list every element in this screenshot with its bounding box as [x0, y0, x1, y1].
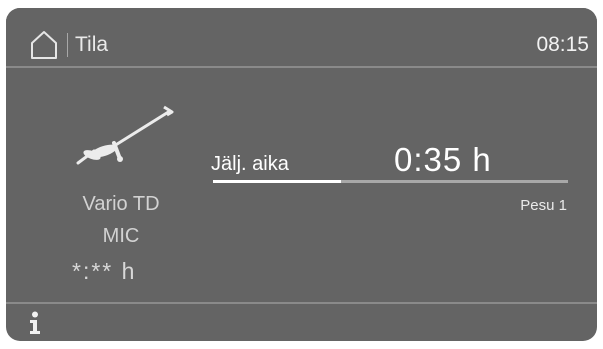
program-name-line1: Vario TD: [82, 193, 160, 215]
header-separator: [67, 33, 68, 57]
remaining-time-label: Jälj. aika: [211, 153, 289, 175]
info-icon[interactable]: [28, 311, 42, 335]
header-bar: Tila 08:15: [6, 8, 597, 66]
footer-divider: [6, 302, 597, 304]
program-name: Vario TD MIC: [56, 188, 186, 252]
progress-bar: [213, 180, 568, 183]
program-duration: *:** h: [72, 258, 137, 284]
clock-display: 08:15: [536, 33, 589, 56]
progress-bar-fill: [213, 180, 341, 183]
display-screen: Tila 08:15 Vario TD MIC *:** h Jälj. aik…: [6, 8, 597, 341]
device-display-frame: Tila 08:15 Vario TD MIC *:** h Jälj. aik…: [0, 0, 603, 349]
header-divider: [6, 66, 597, 68]
dishwasher-rack-icon: [76, 105, 174, 165]
program-name-line2: MIC: [102, 225, 140, 247]
remaining-time-value: 0:35 h: [394, 141, 492, 178]
page-title: Tila: [75, 33, 109, 56]
home-icon[interactable]: [30, 30, 58, 60]
program-phase: Pesu 1: [520, 197, 567, 214]
